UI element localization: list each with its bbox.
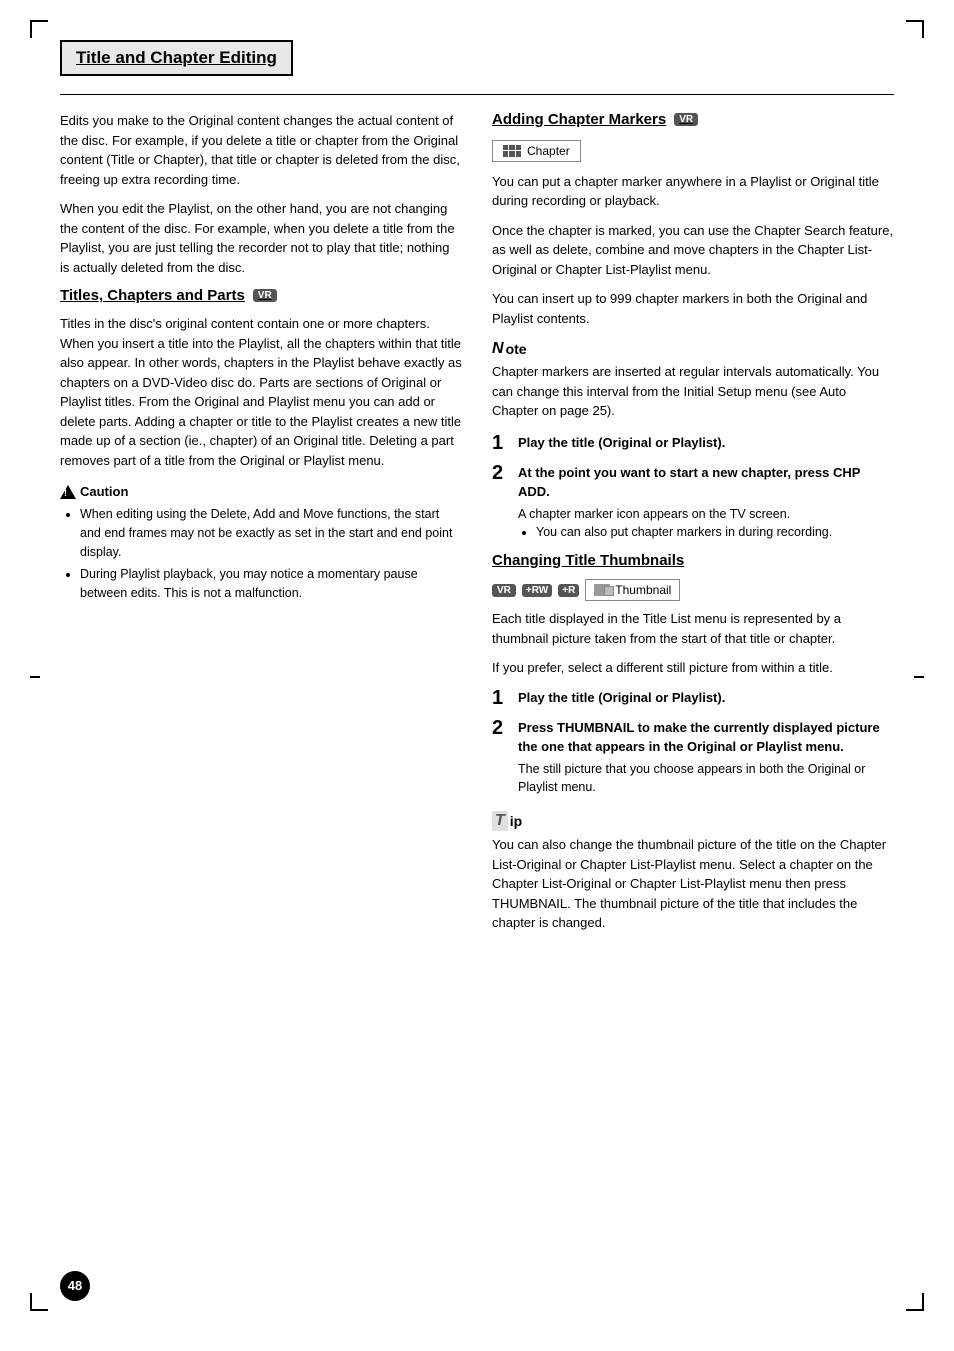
col-right: Adding Chapter Markers VR Chapter You ca… — [492, 111, 894, 943]
chapter-icon-box: Chapter — [492, 140, 581, 162]
caution-heading: Caution — [60, 484, 462, 499]
section3-step2: 2 Press THUMBNAIL to make the currently … — [492, 718, 894, 798]
section3-step2-number: 2 — [492, 718, 510, 798]
tip-heading: T ip — [492, 811, 894, 831]
step2-bullet1: You can also put chapter markers in duri… — [536, 523, 894, 542]
caution-item-1: When editing using the Delete, Add and M… — [80, 505, 462, 561]
section3-title: Changing Title Thumbnails — [492, 552, 684, 569]
section3-step2-sub: The still picture that you choose appear… — [518, 760, 894, 798]
section3-heading: Changing Title Thumbnails — [492, 552, 894, 569]
note-body: Chapter markers are inserted at regular … — [492, 362, 894, 421]
section3-step1-content: Play the title (Original or Playlist). — [518, 688, 894, 708]
section2-title: Adding Chapter Markers — [492, 111, 666, 128]
step2-sub: A chapter marker icon appears on the TV … — [518, 505, 894, 524]
section3-step2-content: Press THUMBNAIL to make the currently di… — [518, 718, 894, 798]
section1-title: Titles, Chapters and Parts — [60, 287, 245, 304]
intro-text-1: Edits you make to the Original content c… — [60, 111, 462, 189]
tip-section: T ip You can also change the thumbnail p… — [492, 811, 894, 933]
section2-step2: 2 At the point you want to start a new c… — [492, 463, 894, 543]
tip-label: ip — [510, 813, 522, 829]
section1-body: Titles in the disc's original content co… — [60, 314, 462, 470]
corner-mark-tl — [30, 20, 48, 38]
section1-heading: Titles, Chapters and Parts VR — [60, 287, 462, 304]
section1-vr-badge: VR — [253, 289, 277, 302]
thumbnail-box: Thumbnail — [585, 579, 680, 601]
corner-mark-bl — [30, 1293, 48, 1311]
section3-step1: 1 Play the title (Original or Playlist). — [492, 688, 894, 708]
note-section: N ote Chapter markers are inserted at re… — [492, 340, 894, 421]
thumbnail-icon — [594, 584, 610, 596]
section3-step1-text: Play the title (Original or Playlist). — [518, 690, 725, 705]
grid-cell-1 — [503, 145, 508, 151]
section2-heading: Adding Chapter Markers VR — [492, 111, 894, 128]
grid-cell-3 — [516, 145, 521, 151]
section2-step1: 1 Play the title (Original or Playlist). — [492, 433, 894, 453]
tip-body: You can also change the thumbnail pictur… — [492, 835, 894, 933]
section2-body1: You can put a chapter marker anywhere in… — [492, 172, 894, 211]
section3-rw-badge: +RW — [522, 584, 552, 597]
page: Title and Chapter Editing Edits you make… — [0, 0, 954, 1351]
section3-body1: Each title displayed in the Title List m… — [492, 609, 894, 648]
step2-text: At the point you want to start a new cha… — [518, 465, 860, 500]
section2-body2: Once the chapter is marked, you can use … — [492, 221, 894, 280]
section2-body3: You can insert up to 999 chapter markers… — [492, 289, 894, 328]
grid-cell-5 — [509, 151, 514, 157]
title-divider — [60, 94, 894, 95]
badges-row: VR +RW +R Thumbnail — [492, 579, 894, 601]
section3-body2: If you prefer, select a different still … — [492, 658, 894, 678]
page-title: Title and Chapter Editing — [76, 48, 277, 68]
step2-bullets: You can also put chapter markers in duri… — [518, 523, 894, 542]
intro-text-2: When you edit the Playlist, on the other… — [60, 199, 462, 277]
note-label: ote — [506, 341, 527, 357]
page-number-badge: 48 — [60, 1271, 90, 1301]
grid-cell-4 — [503, 151, 508, 157]
caution-triangle-icon — [60, 485, 76, 499]
side-mark-left — [30, 676, 40, 678]
section3-step1-number: 1 — [492, 688, 510, 708]
caution-list: When editing using the Delete, Add and M… — [60, 505, 462, 603]
corner-mark-br — [906, 1293, 924, 1311]
tip-t-icon: T — [492, 811, 508, 831]
page-title-box: Title and Chapter Editing — [60, 40, 293, 76]
section3-r-badge: +R — [558, 584, 579, 597]
thumbnail-label: Thumbnail — [615, 583, 671, 597]
step1-content: Play the title (Original or Playlist). — [518, 433, 894, 453]
section3-vr-badge: VR — [492, 584, 516, 597]
step2-content: At the point you want to start a new cha… — [518, 463, 894, 543]
section2-vr-badge: VR — [674, 113, 698, 126]
step1-text: Play the title (Original or Playlist). — [518, 435, 725, 450]
two-col-layout: Edits you make to the Original content c… — [60, 111, 894, 943]
grid-cell-6 — [516, 151, 521, 157]
corner-mark-tr — [906, 20, 924, 38]
col-left: Edits you make to the Original content c… — [60, 111, 462, 943]
chapter-icon-label: Chapter — [527, 144, 570, 158]
caution-section: Caution When editing using the Delete, A… — [60, 484, 462, 603]
step2-number: 2 — [492, 463, 510, 543]
note-n-icon: N — [492, 340, 504, 358]
section3-step2-text: Press THUMBNAIL to make the currently di… — [518, 720, 880, 755]
caution-item-2: During Playlist playback, you may notice… — [80, 565, 462, 603]
note-heading: N ote — [492, 340, 894, 358]
grid-cell-2 — [509, 145, 514, 151]
side-mark-right — [914, 676, 924, 678]
chapter-grid-icon — [503, 145, 521, 157]
step1-number: 1 — [492, 433, 510, 453]
caution-label: Caution — [80, 484, 128, 499]
